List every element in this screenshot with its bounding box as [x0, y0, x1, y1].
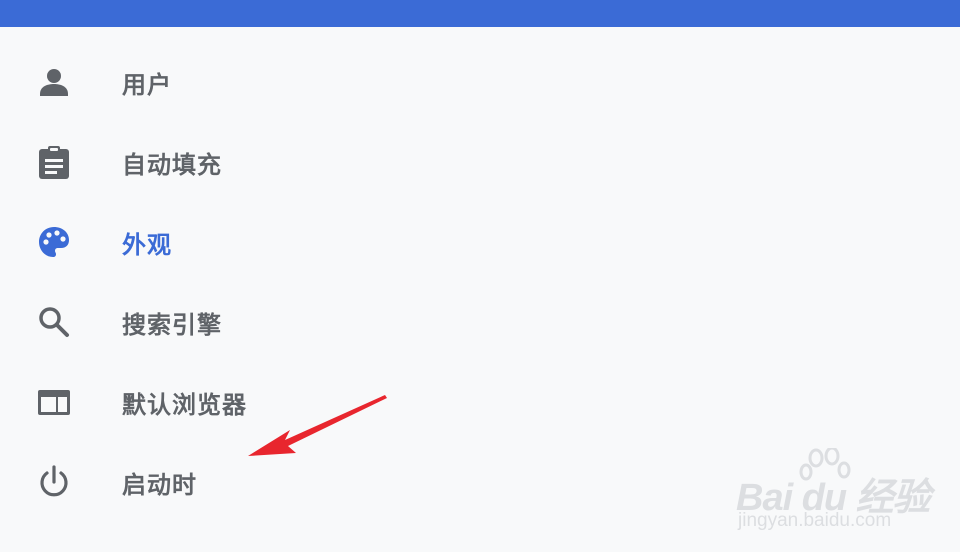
- palette-icon: [34, 222, 74, 262]
- menu-item-users[interactable]: 用户: [0, 42, 960, 122]
- menu-item-label: 默认浏览器: [122, 390, 247, 419]
- menu-item-appearance[interactable]: 外观: [0, 202, 960, 282]
- power-icon: [34, 462, 74, 502]
- menu-item-label: 搜索引擎: [122, 310, 222, 339]
- baidu-jingyan-watermark: Bai du 经验 jingyan.baidu.com: [736, 448, 936, 538]
- menu-item-label: 自动填充: [122, 150, 222, 179]
- menu-item-search-engine[interactable]: 搜索引擎: [0, 282, 960, 362]
- person-icon: [34, 62, 74, 102]
- menu-item-autofill[interactable]: 自动填充: [0, 122, 960, 202]
- browser-window-icon: [34, 382, 74, 422]
- menu-item-label: 启动时: [122, 470, 197, 499]
- clipboard-icon: [34, 142, 74, 182]
- watermark-url: jingyan.baidu.com: [738, 510, 892, 531]
- menu-item-default-browser[interactable]: 默认浏览器: [0, 362, 960, 442]
- menu-item-label: 外观: [122, 230, 172, 259]
- menu-item-label: 用户: [122, 70, 172, 99]
- top-header-bar: [0, 0, 960, 27]
- search-icon: [34, 302, 74, 342]
